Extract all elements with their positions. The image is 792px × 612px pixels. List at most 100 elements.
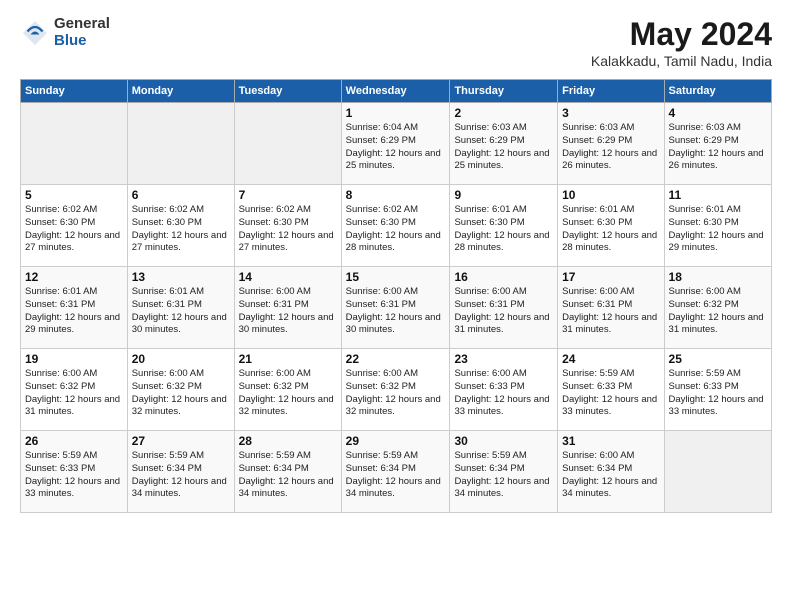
title-block: May 2024 Kalakkadu, Tamil Nadu, India bbox=[591, 16, 772, 69]
day-number: 23 bbox=[454, 352, 553, 366]
day-info: Sunrise: 6:02 AM Sunset: 6:30 PM Dayligh… bbox=[132, 204, 230, 255]
day-info: Sunrise: 5:59 AM Sunset: 6:34 PM Dayligh… bbox=[454, 450, 553, 501]
calendar: Sunday Monday Tuesday Wednesday Thursday… bbox=[20, 79, 772, 513]
calendar-cell: 2 Sunrise: 6:03 AM Sunset: 6:29 PM Daylig… bbox=[450, 103, 558, 185]
day-number: 13 bbox=[132, 270, 230, 284]
day-number: 10 bbox=[562, 188, 659, 202]
day-number: 14 bbox=[239, 270, 337, 284]
day-number: 29 bbox=[346, 434, 446, 448]
day-info: Sunrise: 6:01 AM Sunset: 6:30 PM Dayligh… bbox=[669, 204, 767, 255]
day-number: 19 bbox=[25, 352, 123, 366]
week-row-2: 5 Sunrise: 6:02 AM Sunset: 6:30 PM Daylig… bbox=[21, 185, 772, 267]
day-number: 7 bbox=[239, 188, 337, 202]
logo-text: General Blue bbox=[54, 16, 110, 49]
page: General Blue May 2024 Kalakkadu, Tamil N… bbox=[0, 0, 792, 612]
day-number: 1 bbox=[346, 106, 446, 120]
calendar-cell: 3 Sunrise: 6:03 AM Sunset: 6:29 PM Daylig… bbox=[558, 103, 664, 185]
day-info: Sunrise: 6:00 AM Sunset: 6:32 PM Dayligh… bbox=[25, 368, 123, 419]
calendar-cell: 17 Sunrise: 6:00 AM Sunset: 6:31 PM Dayli… bbox=[558, 267, 664, 349]
day-info: Sunrise: 5:59 AM Sunset: 6:33 PM Dayligh… bbox=[562, 368, 659, 419]
day-info: Sunrise: 6:00 AM Sunset: 6:31 PM Dayligh… bbox=[346, 286, 446, 337]
week-row-5: 26Sunrise: 5:59 AM Sunset: 6:33 PM Dayli… bbox=[21, 431, 772, 513]
day-info: Sunrise: 6:01 AM Sunset: 6:31 PM Dayligh… bbox=[132, 286, 230, 337]
day-number: 27 bbox=[132, 434, 230, 448]
week-row-3: 12 Sunrise: 6:01 AM Sunset: 6:31 PM Dayli… bbox=[21, 267, 772, 349]
calendar-cell: 1 Sunrise: 6:04 AM Sunset: 6:29 PM Daylig… bbox=[341, 103, 450, 185]
calendar-cell: 10 Sunrise: 6:01 AM Sunset: 6:30 PM Dayli… bbox=[558, 185, 664, 267]
day-number: 3 bbox=[562, 106, 659, 120]
col-friday: Friday bbox=[558, 80, 664, 103]
logo: General Blue bbox=[20, 16, 110, 49]
day-info: Sunrise: 6:01 AM Sunset: 6:30 PM Dayligh… bbox=[562, 204, 659, 255]
calendar-cell: 18 Sunrise: 6:00 AM Sunset: 6:32 PM Dayli… bbox=[664, 267, 771, 349]
calendar-cell bbox=[127, 103, 234, 185]
calendar-cell: 20 Sunrise: 6:00 AM Sunset: 6:32 PM Dayli… bbox=[127, 349, 234, 431]
day-info: Sunrise: 6:03 AM Sunset: 6:29 PM Dayligh… bbox=[562, 122, 659, 173]
logo-general-label: General bbox=[54, 16, 110, 33]
calendar-cell: 4 Sunrise: 6:03 AM Sunset: 6:29 PM Daylig… bbox=[664, 103, 771, 185]
day-info: Sunrise: 6:00 AM Sunset: 6:33 PM Dayligh… bbox=[454, 368, 553, 419]
day-info: Sunrise: 6:00 AM Sunset: 6:32 PM Dayligh… bbox=[132, 368, 230, 419]
day-number: 20 bbox=[132, 352, 230, 366]
day-info: Sunrise: 6:02 AM Sunset: 6:30 PM Dayligh… bbox=[25, 204, 123, 255]
calendar-cell: 19 Sunrise: 6:00 AM Sunset: 6:32 PM Dayli… bbox=[21, 349, 128, 431]
calendar-cell bbox=[234, 103, 341, 185]
col-thursday: Thursday bbox=[450, 80, 558, 103]
calendar-cell: 15Sunrise: 6:00 AM Sunset: 6:31 PM Dayli… bbox=[341, 267, 450, 349]
day-info: Sunrise: 6:00 AM Sunset: 6:34 PM Dayligh… bbox=[562, 450, 659, 501]
main-title: May 2024 bbox=[591, 16, 772, 53]
day-info: Sunrise: 6:00 AM Sunset: 6:32 PM Dayligh… bbox=[669, 286, 767, 337]
calendar-cell: 31 Sunrise: 6:00 AM Sunset: 6:34 PM Dayli… bbox=[558, 431, 664, 513]
calendar-cell: 12 Sunrise: 6:01 AM Sunset: 6:31 PM Dayli… bbox=[21, 267, 128, 349]
day-number: 6 bbox=[132, 188, 230, 202]
day-info: Sunrise: 6:00 AM Sunset: 6:31 PM Dayligh… bbox=[562, 286, 659, 337]
day-info: Sunrise: 5:59 AM Sunset: 6:34 PM Dayligh… bbox=[346, 450, 446, 501]
week-row-4: 19 Sunrise: 6:00 AM Sunset: 6:32 PM Dayli… bbox=[21, 349, 772, 431]
day-number: 5 bbox=[25, 188, 123, 202]
subtitle: Kalakkadu, Tamil Nadu, India bbox=[591, 53, 772, 69]
calendar-cell: 28Sunrise: 5:59 AM Sunset: 6:34 PM Dayli… bbox=[234, 431, 341, 513]
day-number: 24 bbox=[562, 352, 659, 366]
day-info: Sunrise: 5:59 AM Sunset: 6:34 PM Dayligh… bbox=[239, 450, 337, 501]
day-number: 8 bbox=[346, 188, 446, 202]
day-number: 17 bbox=[562, 270, 659, 284]
day-info: Sunrise: 6:04 AM Sunset: 6:29 PM Dayligh… bbox=[346, 122, 446, 173]
calendar-cell: 26Sunrise: 5:59 AM Sunset: 6:33 PM Dayli… bbox=[21, 431, 128, 513]
col-saturday: Saturday bbox=[664, 80, 771, 103]
day-info: Sunrise: 6:03 AM Sunset: 6:29 PM Dayligh… bbox=[669, 122, 767, 173]
col-tuesday: Tuesday bbox=[234, 80, 341, 103]
calendar-cell: 24 Sunrise: 5:59 AM Sunset: 6:33 PM Dayli… bbox=[558, 349, 664, 431]
day-number: 22 bbox=[346, 352, 446, 366]
day-info: Sunrise: 6:02 AM Sunset: 6:30 PM Dayligh… bbox=[239, 204, 337, 255]
col-monday: Monday bbox=[127, 80, 234, 103]
day-info: Sunrise: 5:59 AM Sunset: 6:33 PM Dayligh… bbox=[669, 368, 767, 419]
day-number: 30 bbox=[454, 434, 553, 448]
day-number: 18 bbox=[669, 270, 767, 284]
day-number: 9 bbox=[454, 188, 553, 202]
day-number: 21 bbox=[239, 352, 337, 366]
day-number: 31 bbox=[562, 434, 659, 448]
day-info: Sunrise: 6:00 AM Sunset: 6:31 PM Dayligh… bbox=[454, 286, 553, 337]
calendar-cell bbox=[21, 103, 128, 185]
day-number: 2 bbox=[454, 106, 553, 120]
col-sunday: Sunday bbox=[21, 80, 128, 103]
calendar-cell: 16 Sunrise: 6:00 AM Sunset: 6:31 PM Dayli… bbox=[450, 267, 558, 349]
header: General Blue May 2024 Kalakkadu, Tamil N… bbox=[20, 16, 772, 69]
calendar-cell: 5 Sunrise: 6:02 AM Sunset: 6:30 PM Daylig… bbox=[21, 185, 128, 267]
calendar-cell: 14Sunrise: 6:00 AM Sunset: 6:31 PM Dayli… bbox=[234, 267, 341, 349]
calendar-cell: 29 Sunrise: 5:59 AM Sunset: 6:34 PM Dayli… bbox=[341, 431, 450, 513]
calendar-cell: 22 Sunrise: 6:00 AM Sunset: 6:32 PM Dayli… bbox=[341, 349, 450, 431]
day-info: Sunrise: 6:01 AM Sunset: 6:31 PM Dayligh… bbox=[25, 286, 123, 337]
day-info: Sunrise: 6:03 AM Sunset: 6:29 PM Dayligh… bbox=[454, 122, 553, 173]
day-number: 12 bbox=[25, 270, 123, 284]
calendar-cell: 11Sunrise: 6:01 AM Sunset: 6:30 PM Dayli… bbox=[664, 185, 771, 267]
day-number: 4 bbox=[669, 106, 767, 120]
calendar-cell: 13 Sunrise: 6:01 AM Sunset: 6:31 PM Dayli… bbox=[127, 267, 234, 349]
calendar-cell: 23 Sunrise: 6:00 AM Sunset: 6:33 PM Dayli… bbox=[450, 349, 558, 431]
day-number: 26 bbox=[25, 434, 123, 448]
week-row-1: 1 Sunrise: 6:04 AM Sunset: 6:29 PM Daylig… bbox=[21, 103, 772, 185]
day-info: Sunrise: 6:00 AM Sunset: 6:32 PM Dayligh… bbox=[346, 368, 446, 419]
day-number: 25 bbox=[669, 352, 767, 366]
calendar-cell: 6 Sunrise: 6:02 AM Sunset: 6:30 PM Daylig… bbox=[127, 185, 234, 267]
day-number: 16 bbox=[454, 270, 553, 284]
